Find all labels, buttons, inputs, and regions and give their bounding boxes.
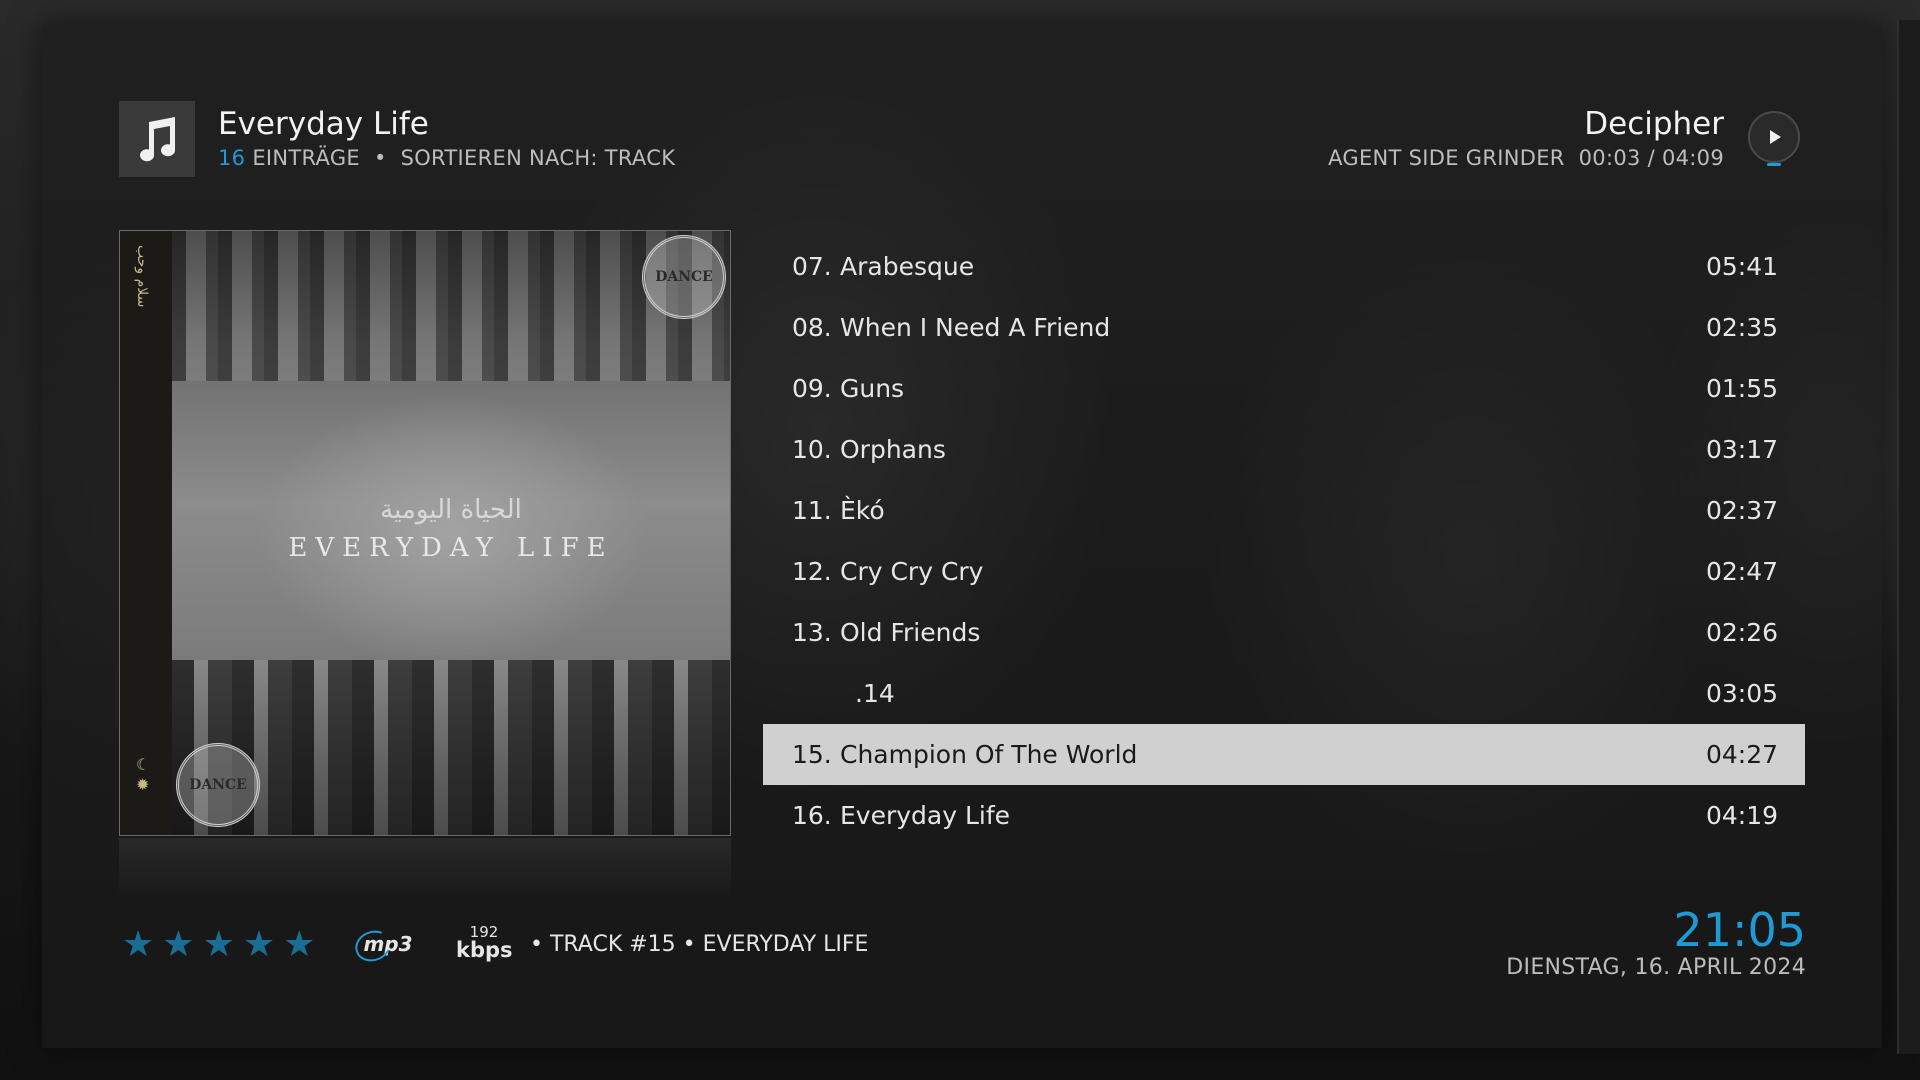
track-duration: 01:55 [1705,374,1778,403]
track-row[interactable]: .14 03:05 [763,663,1805,724]
track-number: 08. [792,313,832,342]
track-number: 10. [792,435,832,464]
track-duration: 02:35 [1705,313,1778,342]
track-title: Champion Of The World [840,740,1138,769]
track-duration: 04:19 [1705,801,1778,830]
track-info: • TRACK #15 • EVERYDAY LIFE [530,932,869,957]
track-title: When I Need A Friend [840,313,1111,342]
star-icon: ★ [202,924,235,965]
track-duration: 02:47 [1705,557,1778,586]
album-cover-spine [120,231,172,835]
track-number: 09. [792,374,832,403]
track-title: Arabesque [840,252,975,281]
entry-count: 16 [218,146,246,170]
track-duration: 05:41 [1705,252,1778,281]
clock: 21:05 [1673,903,1806,957]
moon-sun-icon: ☾ ✹ [136,755,151,794]
play-icon [1770,130,1781,144]
now-playing-title: Decipher [1584,106,1724,142]
track-duration: 02:26 [1705,618,1778,647]
album-cover-stamp: DANCE [642,235,726,319]
bitrate-icon: 192 kbps [456,923,513,962]
track-row-selected[interactable]: 15. Champion Of The World 04:27 [763,724,1805,785]
side-scrollbar[interactable] [1897,20,1920,1054]
star-icon: ★ [283,924,316,965]
track-duration: 03:17 [1705,435,1778,464]
track-number: 11. [792,496,832,525]
track-list: 07. Arabesque 05:41 08. When I Need A Fr… [763,236,1805,846]
star-icon: ★ [122,924,155,965]
track-duration: 03:05 [1705,679,1778,708]
rating-stars: ★ ★ ★ ★ ★ [122,925,315,965]
track-row[interactable]: 09. Guns 01:55 [763,358,1805,419]
track-row[interactable]: 11. Èkó 02:37 [763,480,1805,541]
star-icon: ★ [242,924,276,965]
album-cover-photo: DANCE DANCE الحياة اليومية EVERYDAY LIFE [172,231,730,835]
track-title: Old Friends [840,618,981,647]
sort-label[interactable]: SORTIEREN NACH: TRACK [401,146,676,170]
bitrate-unit: kbps [456,938,513,962]
mp3-codec-icon: mp3 [350,925,421,967]
list-summary: 16 EINTRÄGE • SORTIEREN NACH: TRACK [218,146,675,170]
play-button[interactable] [1748,111,1800,163]
now-playing-info: AGENT SIDE GRINDER 00:03 / 04:09 [1328,146,1724,170]
track-duration: 02:37 [1705,496,1778,525]
track-title: Cry Cry Cry [840,557,984,586]
track-title: Èkó [840,496,885,525]
page-title: Everyday Life [218,106,429,142]
track-row[interactable]: 10. Orphans 03:17 [763,419,1805,480]
now-playing-time: 00:03 / 04:09 [1578,146,1724,170]
album-cover-bottom-figures [172,660,730,835]
date: DIENSTAG, 16. APRIL 2024 [1506,955,1806,980]
entry-count-label: EINTRÄGE [252,146,360,170]
track-title: Orphans [840,435,946,464]
track-number: 16. [792,801,832,830]
track-number: 12. [792,557,832,586]
track-number: 15. [792,740,832,769]
album-cover[interactable]: سلام وحب ☾ ✹ DANCE DANCE الحياة اليومية E… [119,230,731,836]
star-icon: ★ [162,924,195,965]
track-title: .14 [855,679,895,708]
track-row[interactable]: 08. When I Need A Friend 02:35 [763,297,1805,358]
track-row[interactable]: 07. Arabesque 05:41 [763,236,1805,297]
separator: • [373,146,387,170]
now-playing-artist: AGENT SIDE GRINDER [1328,146,1565,170]
album-cover-stamp: DANCE [176,743,260,827]
music-note-icon [119,101,195,177]
now-playing-progress [1767,163,1781,166]
album-cover-reflection [119,838,731,898]
track-duration: 04:27 [1705,740,1778,769]
album-cover-top-figures [172,231,730,381]
track-number: 13. [792,618,832,647]
track-title: Guns [840,374,905,403]
track-row[interactable]: 12. Cry Cry Cry 02:47 [763,541,1805,602]
album-cover-arabic-title: الحياة اليومية [380,495,522,525]
track-title: Everyday Life [840,801,1011,830]
track-row[interactable]: 16. Everyday Life 04:19 [763,785,1805,846]
album-cover-title: EVERYDAY LIFE [288,533,614,563]
album-cover-side-text: سلام وحب [134,245,150,308]
track-number: 07. [792,252,832,281]
track-row[interactable]: 13. Old Friends 02:26 [763,602,1805,663]
